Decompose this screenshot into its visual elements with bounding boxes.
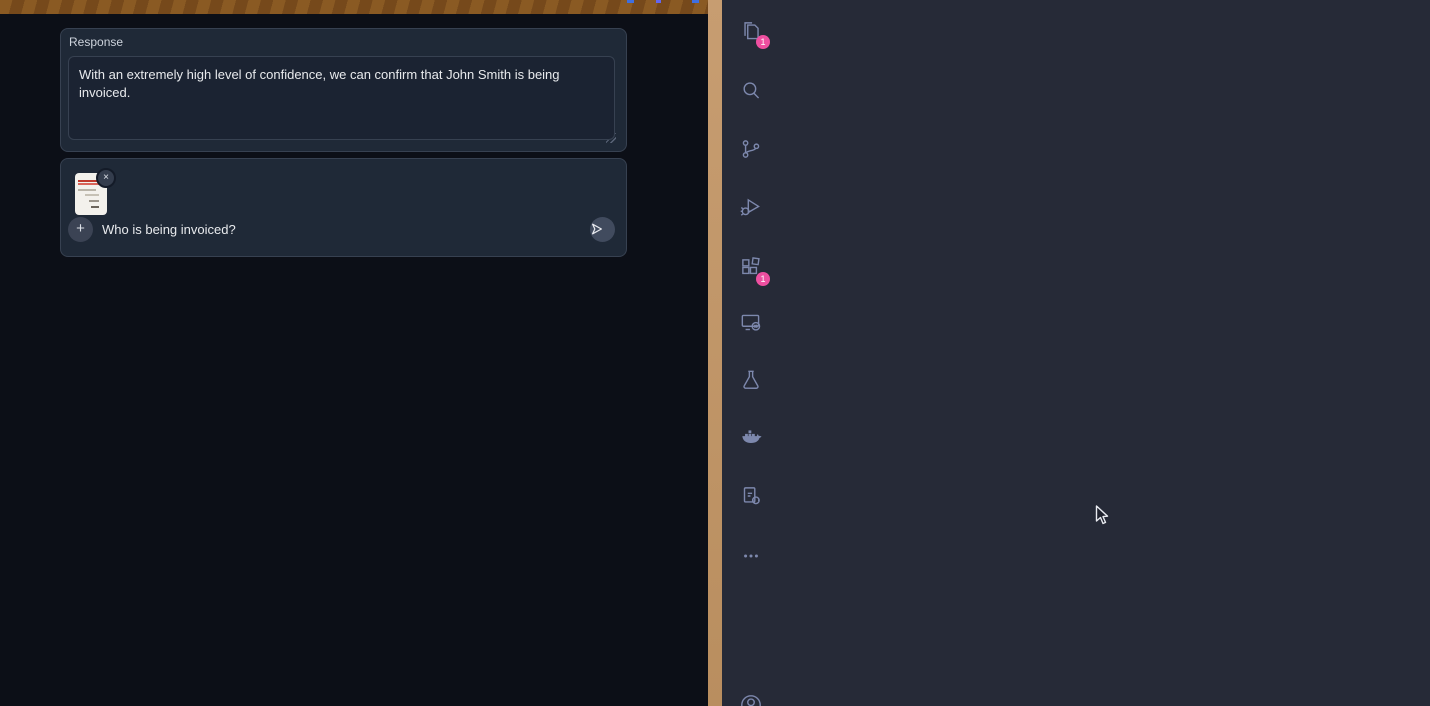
- tasks-icon[interactable]: [738, 483, 764, 509]
- browser-top-edge: [0, 0, 708, 14]
- run-debug-icon[interactable]: [738, 194, 764, 220]
- more-icon[interactable]: [738, 543, 764, 569]
- vscode-window: app.pydemo.py_client.py~/.../python3.11/…: [722, 0, 1430, 706]
- toolbar-fragment: [656, 0, 661, 3]
- remote-explorer-icon[interactable]: [738, 310, 764, 336]
- screen: Response With an extremely high level of…: [0, 0, 1430, 706]
- gradio-app-window: Response With an extremely high level of…: [0, 0, 708, 706]
- badge: 1: [756, 35, 770, 49]
- send-button[interactable]: [590, 217, 615, 242]
- chat-input[interactable]: Who is being invoiced?: [102, 222, 236, 237]
- response-textarea[interactable]: With an extremely high level of confiden…: [68, 56, 615, 140]
- desktop-wallpaper-strip: [708, 0, 722, 706]
- upload-plus-button[interactable]: +: [68, 217, 93, 242]
- source-control-icon[interactable]: [738, 136, 764, 162]
- testing-icon[interactable]: [738, 367, 764, 393]
- send-icon: [590, 222, 604, 236]
- explorer-icon[interactable]: 1: [738, 18, 764, 44]
- doc-line: [78, 189, 96, 191]
- account-icon[interactable]: [738, 692, 764, 706]
- doc-signature: [91, 206, 99, 208]
- attachment-close-button[interactable]: ×: [96, 168, 116, 188]
- docker-icon[interactable]: [738, 425, 764, 451]
- toolbar-fragment: [692, 0, 699, 3]
- extensions-icon[interactable]: 1: [738, 255, 764, 281]
- response-text: With an extremely high level of confiden…: [79, 67, 560, 100]
- badge: 1: [756, 272, 770, 286]
- doc-line: [85, 194, 99, 196]
- doc-line: [89, 200, 99, 202]
- response-label: Response: [69, 35, 123, 49]
- toolbar-fragment: [627, 0, 634, 3]
- multimodal-input-block: [60, 158, 627, 257]
- search-icon[interactable]: [738, 78, 764, 104]
- mouse-cursor: [1095, 505, 1110, 526]
